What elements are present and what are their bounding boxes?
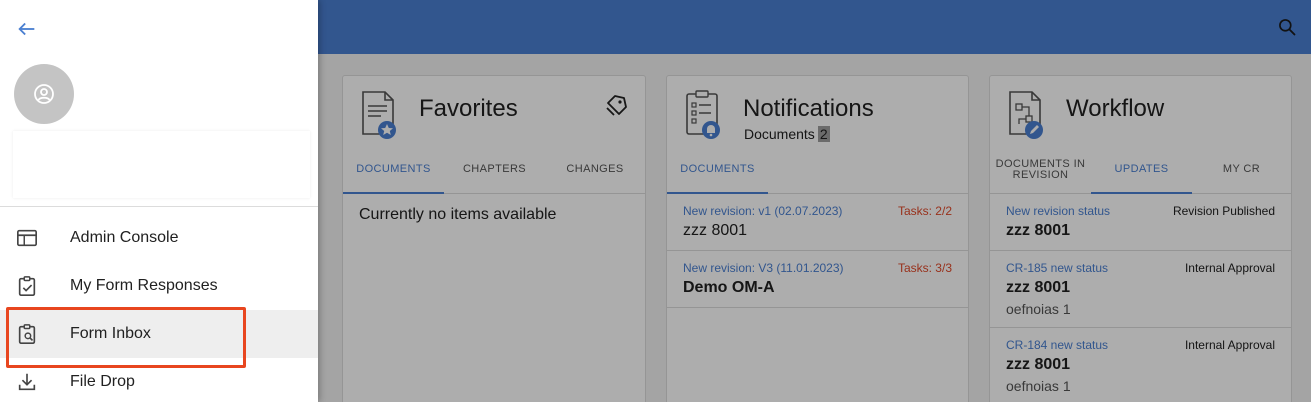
menu-item-admin-console[interactable]: Admin Console [0, 214, 318, 262]
arrow-left-icon[interactable] [16, 18, 38, 40]
profile-info-box [13, 131, 310, 198]
navigation-drawer: Admin Console My Form Responses Form Inb… [0, 0, 318, 402]
user-circle-icon [34, 84, 54, 104]
avatar[interactable] [14, 64, 74, 124]
clipboard-check-icon [18, 276, 36, 296]
highlight-annotation [6, 307, 246, 368]
download-icon [18, 373, 36, 391]
browser-window-icon [17, 229, 37, 247]
menu-item-label: Admin Console [70, 229, 179, 246]
menu-item-label: File Drop [70, 373, 135, 390]
menu-item-label: My Form Responses [70, 277, 218, 294]
divider [0, 206, 318, 207]
menu-item-my-form-responses[interactable]: My Form Responses [0, 262, 318, 310]
